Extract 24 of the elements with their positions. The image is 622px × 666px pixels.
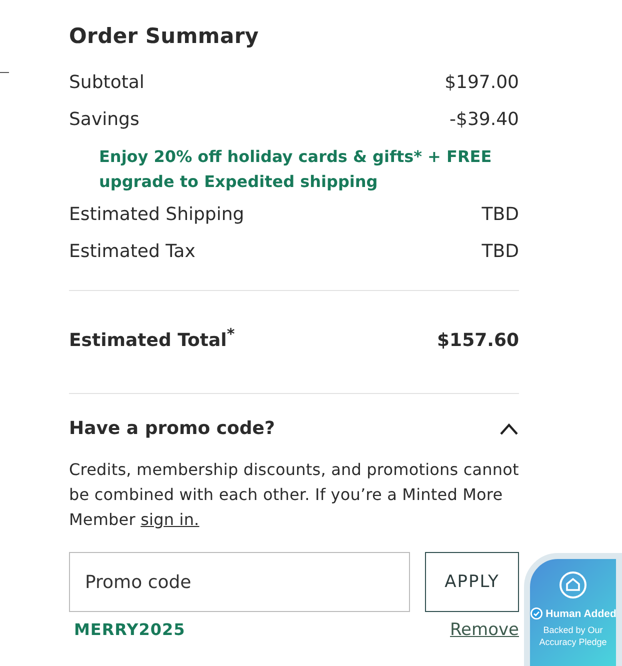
remove-link[interactable]: Remove <box>450 620 519 640</box>
line-label: Savings <box>69 109 140 130</box>
line-value: TBD <box>482 241 519 262</box>
total-label: Estimated Total$^{*}$ <box>69 325 235 351</box>
line-label: Subtotal <box>69 72 144 93</box>
line-value: $197.00 <box>444 72 519 93</box>
chevron-up-icon[interactable] <box>499 422 519 434</box>
line-value: TBD <box>482 204 519 225</box>
total-value: $157.60 <box>437 330 519 351</box>
apply-button[interactable]: APPLY <box>425 552 519 612</box>
badge-title: Human Added <box>546 608 616 620</box>
line-value: -$39.40 <box>450 109 519 130</box>
promo-heading: Have a promo code? <box>69 418 275 439</box>
promo-note: Credits, membership discounts, and promotions cannot be combined with each other. If you’re a Minted More Member sign in. <box>69 459 519 531</box>
line-label: Estimated Tax <box>69 241 196 262</box>
applied-code: MERRY2025 <box>74 620 186 639</box>
check-icon <box>530 607 543 620</box>
promo-message: Enjoy 20% off holiday cards & gifts* + FREE upgrade to Expedited shipping <box>99 146 493 193</box>
badge-subtitle: Backed by Our Accuracy Pledge <box>538 624 608 648</box>
house-icon <box>559 571 587 599</box>
sign-in-link[interactable]: sign in. <box>140 510 200 529</box>
line-label: Estimated Shipping <box>69 204 244 225</box>
promo-code-field[interactable]: Promo code <box>69 552 410 612</box>
summary-title: Order Summary <box>69 24 260 48</box>
